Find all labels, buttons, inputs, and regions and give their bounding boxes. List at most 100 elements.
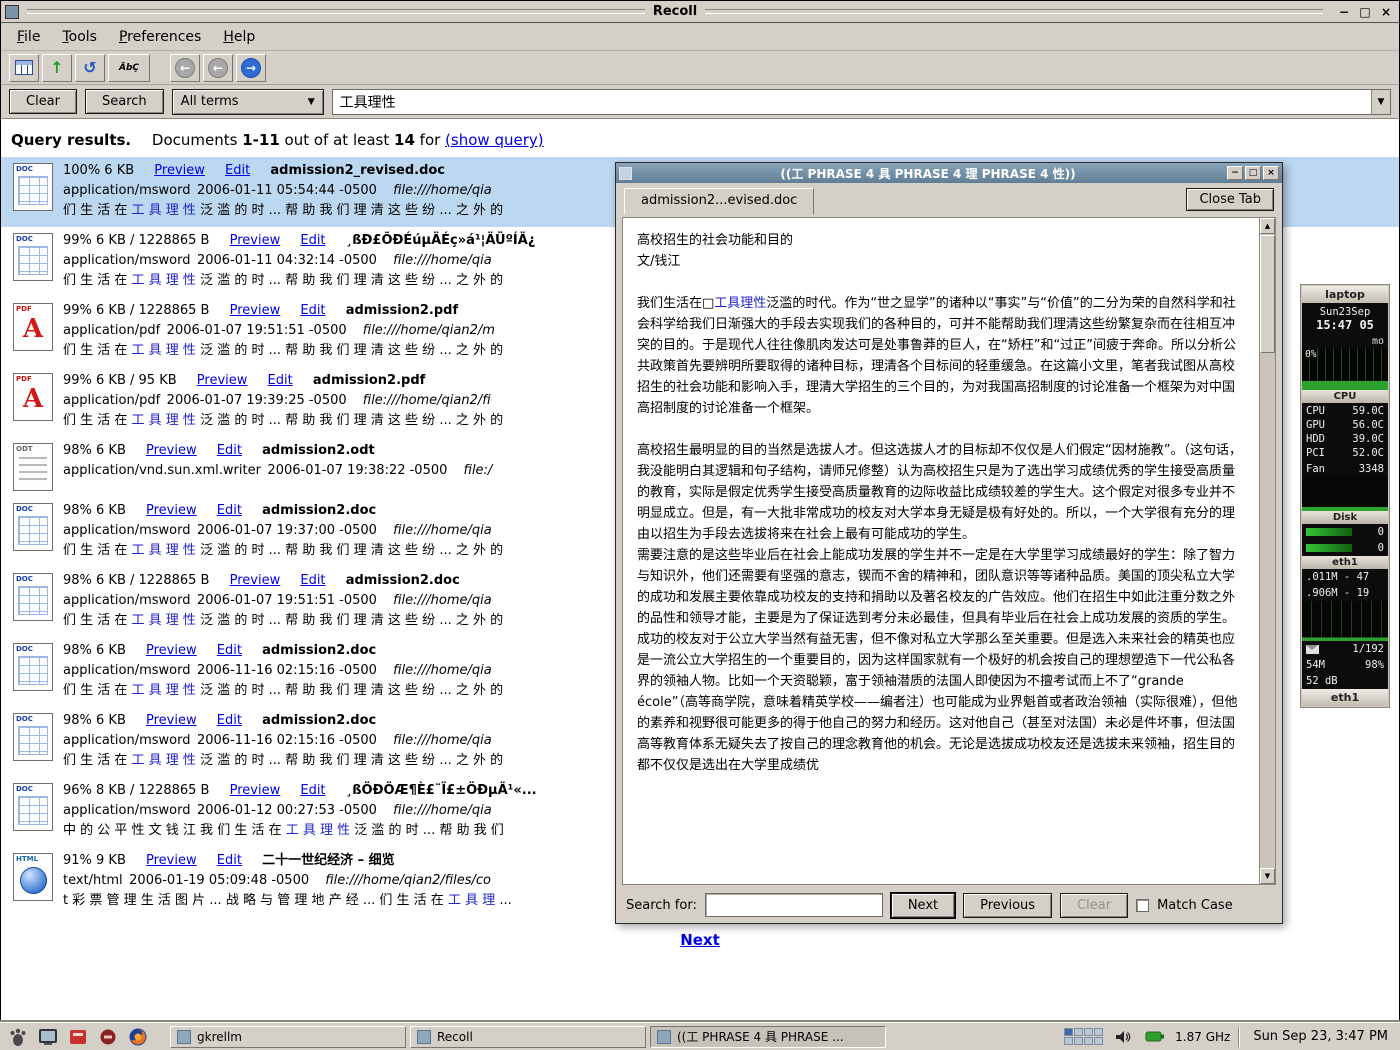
- nav-back2-button[interactable]: ←: [203, 54, 233, 82]
- edit-link[interactable]: Edit: [217, 643, 242, 658]
- preview-tab[interactable]: admission2...evised.doc: [624, 188, 814, 215]
- footprint-menu-icon[interactable]: [6, 1025, 30, 1049]
- taskbar-window-button[interactable]: gkrellm: [170, 1026, 406, 1048]
- term-explorer-button[interactable]: ÂbÇ: [108, 54, 150, 82]
- firefox-icon[interactable]: [126, 1025, 150, 1049]
- menu-tools[interactable]: Tools: [52, 25, 107, 49]
- preview-link[interactable]: Preview: [230, 783, 281, 798]
- workspace-pager[interactable]: [1064, 1028, 1103, 1045]
- query-input[interactable]: [333, 90, 1371, 114]
- result-mime-date: text/html 2006-01-19 05:09:48 -0500: [63, 873, 309, 888]
- scroll-up-icon[interactable]: ▲: [1260, 218, 1275, 234]
- preview-titlebar[interactable]: ((工 PHRASE 4 具 PHRASE 4 理 PHRASE 4 性)) −…: [616, 163, 1282, 183]
- scrollbar-thumb[interactable]: [1260, 235, 1275, 353]
- menu-preferences[interactable]: Preferences: [109, 25, 211, 49]
- result-filename: admission2.pdf: [313, 373, 425, 388]
- search-button[interactable]: Search: [85, 89, 164, 114]
- gkrellm-disk-row: 0: [1302, 524, 1388, 540]
- close-tab-button[interactable]: Close Tab: [1186, 188, 1274, 211]
- find-input[interactable]: [705, 893, 883, 917]
- preview-document-text[interactable]: 高校招生的社会功能和目的文/钱江我们生活在□工具理性泛滥的时代。作为“世之显学”…: [623, 218, 1259, 884]
- result-path: file:///home/qia: [393, 803, 492, 818]
- preview-maximize-icon[interactable]: □: [1245, 166, 1261, 180]
- window-icon: [177, 1030, 191, 1044]
- preview-link[interactable]: Preview: [230, 303, 281, 318]
- preview-link[interactable]: Preview: [146, 443, 197, 458]
- edit-link[interactable]: Edit: [300, 233, 325, 248]
- window-label: Recoll: [437, 1030, 473, 1044]
- show-query-link[interactable]: (show query): [445, 131, 544, 149]
- result-mime-date: application/vnd.sun.xml.writer 2006-01-0…: [63, 463, 447, 478]
- preview-close-icon[interactable]: ×: [1263, 166, 1279, 180]
- edit-link[interactable]: Edit: [217, 443, 242, 458]
- nav-forward-button[interactable]: →: [236, 54, 266, 82]
- query-history-chevron-icon[interactable]: ▼: [1371, 90, 1390, 114]
- gkrellm-sensors: CPU59.0CGPU56.0CHDD39.0CPCI52.0C: [1302, 403, 1388, 461]
- text-segment: ...: [495, 893, 512, 908]
- preview-link[interactable]: Preview: [146, 713, 197, 728]
- nav-back-button[interactable]: ←: [170, 54, 200, 82]
- preview-minimize-icon[interactable]: −: [1227, 166, 1243, 180]
- menu-file[interactable]: File: [7, 25, 50, 49]
- preview-window: ((工 PHRASE 4 具 PHRASE 4 理 PHRASE 4 性)) −…: [615, 162, 1283, 924]
- clear-button[interactable]: Clear: [9, 89, 77, 114]
- edit-link[interactable]: Edit: [300, 783, 325, 798]
- highlighted-term: 工 具 理 性: [132, 683, 196, 698]
- search-mode-select[interactable]: All terms ▼: [172, 89, 324, 115]
- highlighted-term: 工 具 理: [448, 893, 495, 908]
- preview-main: 高校招生的社会功能和目的文/钱江我们生活在□工具理性泛滥的时代。作为“世之显学”…: [622, 217, 1276, 885]
- maximize-icon[interactable]: □: [1356, 4, 1374, 20]
- close-icon[interactable]: ×: [1377, 4, 1395, 20]
- scroll-down-icon[interactable]: ▼: [1260, 868, 1275, 884]
- edit-link[interactable]: Edit: [217, 713, 242, 728]
- highlighted-term: 工 具 理 性: [132, 343, 196, 358]
- edit-link[interactable]: Edit: [300, 303, 325, 318]
- edit-link[interactable]: Edit: [268, 373, 293, 388]
- taskbar-window-button[interactable]: ((工 PHRASE 4 具 PHRASE ...: [650, 1026, 886, 1048]
- text-segment: 成功的校友对于公立大学当然有益无害，但不像对私立大学那么至关重要。但是选入未来社…: [637, 632, 1237, 773]
- preview-link[interactable]: Preview: [146, 503, 197, 518]
- text-segment: 们 生 活 在: [63, 203, 132, 218]
- result-relevance-size: 100% 6 KB: [63, 163, 134, 178]
- preview-link[interactable]: Preview: [146, 643, 197, 658]
- doc-table-button[interactable]: [9, 54, 39, 82]
- preview-paragraph: 高校招生最明显的目的当然是选拔人才。但这选拔人才的目标却不仅仅是人们假定“因材施…: [637, 440, 1245, 545]
- battery-icon[interactable]: [1143, 1025, 1167, 1049]
- preview-link[interactable]: Preview: [230, 573, 281, 588]
- result-mime-date: application/pdf 2006-01-07 19:51:51 -050…: [63, 323, 347, 338]
- menu-help[interactable]: Help: [213, 25, 265, 49]
- match-case-checkbox[interactable]: [1136, 899, 1149, 912]
- package-app-icon[interactable]: [96, 1025, 120, 1049]
- result-relevance-size: 96% 8 KB / 1228865 B: [63, 783, 209, 798]
- preview-link[interactable]: Preview: [154, 163, 205, 178]
- preview-link[interactable]: Preview: [230, 233, 281, 248]
- history-button[interactable]: ↺: [75, 54, 105, 82]
- next-page-link[interactable]: Next: [680, 931, 720, 949]
- red-app-icon[interactable]: [66, 1025, 90, 1049]
- edit-link[interactable]: Edit: [217, 503, 242, 518]
- tx-value: .906M - 19: [1306, 586, 1369, 600]
- text-segment: 泛 滥 的 时 ... 帮 助 我 们 理 清 这 些 纷 ... 之 外 的: [196, 543, 503, 558]
- preview-find-bar: Search for: Next Previous Clear Match Ca…: [616, 887, 1282, 923]
- find-clear-button[interactable]: Clear: [1060, 893, 1128, 918]
- edit-link[interactable]: Edit: [225, 163, 250, 178]
- gkrellm-net-chart: [1302, 601, 1388, 641]
- minimize-icon[interactable]: −: [1335, 4, 1353, 20]
- main-titlebar[interactable]: Recoll − □ ×: [1, 1, 1399, 23]
- edit-link[interactable]: Edit: [217, 853, 242, 868]
- speaker-icon[interactable]: [1111, 1025, 1135, 1049]
- sort-button[interactable]: ↑: [42, 54, 72, 82]
- gkrellm-footer: eth1: [1302, 689, 1388, 706]
- taskbar-window-button[interactable]: Recoll: [410, 1026, 646, 1048]
- edit-link[interactable]: Edit: [300, 573, 325, 588]
- find-next-button[interactable]: Next: [891, 893, 955, 918]
- sensor-row: PCI52.0C: [1302, 446, 1388, 460]
- find-previous-button[interactable]: Previous: [963, 893, 1052, 918]
- search-bar: Clear Search All terms ▼ ▼: [1, 85, 1399, 119]
- terminal-icon[interactable]: [36, 1025, 60, 1049]
- preview-link[interactable]: Preview: [146, 853, 197, 868]
- preview-scrollbar[interactable]: ▲ ▼: [1259, 218, 1275, 884]
- preview-link[interactable]: Preview: [197, 373, 248, 388]
- tray-separator: [1238, 1027, 1239, 1047]
- green-up-arrow-icon: ↑: [50, 60, 63, 76]
